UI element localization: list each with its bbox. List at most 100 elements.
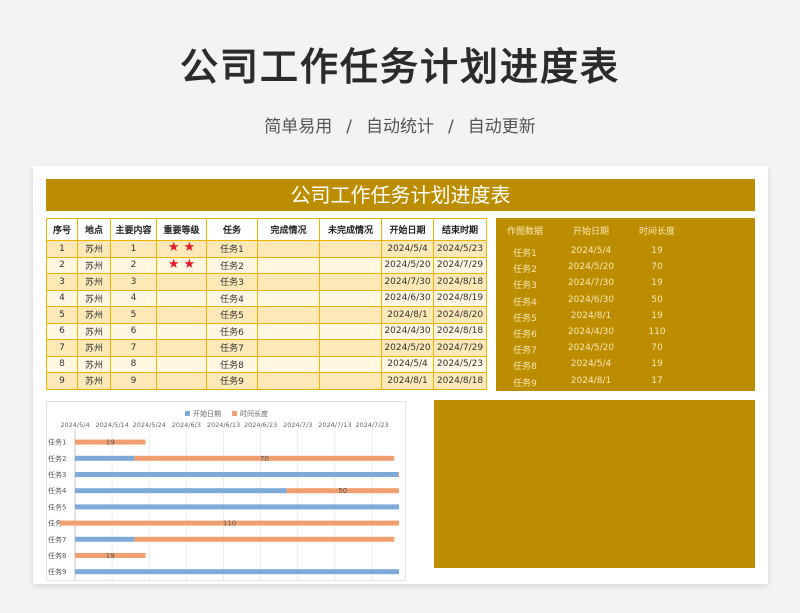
table-cell[interactable]: 苏州 xyxy=(77,289,111,307)
col-header[interactable]: 地点 xyxy=(77,218,111,241)
table-cell[interactable]: 8 xyxy=(46,355,78,373)
table-cell[interactable]: 任务6 xyxy=(206,322,258,340)
table-cell[interactable]: 2024/7/30 xyxy=(381,273,434,291)
table-cell[interactable]: 2 xyxy=(46,256,78,274)
table-cell[interactable] xyxy=(257,339,320,357)
tag-3: 自动更新 xyxy=(467,117,536,137)
legend-label-start: 开始日期 xyxy=(193,409,221,418)
importance-cell[interactable] xyxy=(156,273,207,291)
importance-cell[interactable] xyxy=(156,322,207,340)
table-cell[interactable] xyxy=(319,289,382,307)
table-cell[interactable] xyxy=(319,306,382,324)
table-cell[interactable] xyxy=(257,355,320,373)
table-cell[interactable]: 2024/7/29 xyxy=(433,256,487,274)
col-header[interactable]: 开始日期 xyxy=(381,218,434,241)
table-cell[interactable]: 9 xyxy=(46,372,78,390)
chart-data-cell: 2024/6/30 xyxy=(567,294,615,305)
table-cell[interactable]: 5 xyxy=(110,306,157,324)
table-cell[interactable]: 2024/5/4 xyxy=(381,240,434,258)
table-cell[interactable]: 2024/7/29 xyxy=(433,339,487,357)
importance-cell[interactable] xyxy=(156,355,207,373)
table-cell[interactable] xyxy=(319,339,382,357)
table-cell[interactable]: 2024/8/18 xyxy=(433,273,487,291)
table-cell[interactable] xyxy=(319,355,382,373)
table-cell[interactable]: 2 xyxy=(110,256,157,274)
table-row: 2 苏州 2 ★ ★ 任务2 2024/5/20 2024/7/29 xyxy=(46,256,487,274)
table-cell[interactable] xyxy=(257,289,320,307)
col-header[interactable]: 未完成情况 xyxy=(319,218,382,241)
table-cell[interactable]: 2024/8/20 xyxy=(433,306,487,324)
table-cell[interactable] xyxy=(319,256,382,274)
data-label: 50 xyxy=(338,487,347,495)
table-cell[interactable]: 任务4 xyxy=(206,289,258,307)
table-cell[interactable]: 苏州 xyxy=(77,355,111,373)
importance-cell[interactable] xyxy=(156,289,207,307)
table-cell[interactable]: 2024/8/19 xyxy=(433,289,487,307)
chart-data-cell: 任务4 xyxy=(513,297,537,308)
table-cell[interactable]: 1 xyxy=(46,240,78,258)
table-cell[interactable]: 2024/6/30 xyxy=(381,289,434,307)
table-cell[interactable]: 3 xyxy=(110,273,157,291)
table-cell[interactable] xyxy=(319,372,382,390)
table-cell[interactable]: 苏州 xyxy=(77,372,111,390)
col-header[interactable]: 重要等级 xyxy=(156,218,207,241)
importance-cell[interactable] xyxy=(156,372,207,390)
table-cell[interactable]: 2024/5/20 xyxy=(381,339,434,357)
table-cell[interactable]: 2024/8/1 xyxy=(381,306,434,324)
table-cell[interactable] xyxy=(257,256,320,274)
data-label: 70 xyxy=(260,455,269,463)
table-cell[interactable]: 任务8 xyxy=(206,355,258,373)
importance-cell[interactable] xyxy=(156,306,207,324)
gantt-chart[interactable]: 开始日期 时间长度 2024/5/4 2024/5/14 2024/5/24 2024/6… xyxy=(46,401,406,581)
table-cell[interactable]: 4 xyxy=(46,289,78,307)
table-cell[interactable]: 7 xyxy=(46,339,78,357)
col-header[interactable]: 主要内容 xyxy=(110,218,157,241)
table-cell[interactable]: 2024/5/23 xyxy=(433,355,487,373)
table-cell[interactable]: 任务1 xyxy=(206,240,258,258)
table-cell[interactable]: 8 xyxy=(110,355,157,373)
table-cell[interactable] xyxy=(257,306,320,324)
table-cell[interactable] xyxy=(319,240,382,258)
table-cell[interactable]: 2024/4/30 xyxy=(381,322,434,340)
col-header[interactable]: 任务 xyxy=(206,218,258,241)
table-cell[interactable] xyxy=(257,240,320,258)
table-cell[interactable]: 5 xyxy=(46,306,78,324)
table-cell[interactable]: 4 xyxy=(110,289,157,307)
table-cell[interactable]: 苏州 xyxy=(77,306,111,324)
table-cell[interactable]: 3 xyxy=(46,273,78,291)
table-cell[interactable]: 苏州 xyxy=(77,256,111,274)
table-cell[interactable]: 6 xyxy=(46,322,78,340)
x-tick-label: 2024/5/24 xyxy=(133,421,166,429)
table-cell[interactable]: 2024/5/4 xyxy=(381,355,434,373)
col-header[interactable]: 结束时期 xyxy=(433,218,487,241)
table-cell[interactable]: 7 xyxy=(110,339,157,357)
table-cell[interactable]: 9 xyxy=(110,372,157,390)
table-cell[interactable]: 2024/8/1 xyxy=(381,372,434,390)
table-cell[interactable]: 1 xyxy=(110,240,157,258)
table-cell[interactable] xyxy=(257,322,320,340)
table-cell[interactable]: 苏州 xyxy=(77,240,111,258)
table-cell[interactable]: 任务7 xyxy=(206,339,258,357)
table-cell[interactable]: 苏州 xyxy=(77,322,111,340)
bar-start-date xyxy=(75,472,398,477)
table-cell[interactable]: 6 xyxy=(110,322,157,340)
table-cell[interactable]: 苏州 xyxy=(77,339,111,357)
table-cell[interactable] xyxy=(257,273,320,291)
table-cell[interactable]: 任务5 xyxy=(206,306,258,324)
table-cell[interactable]: 2024/8/18 xyxy=(433,372,487,390)
table-cell[interactable]: 任务9 xyxy=(206,372,258,390)
col-header[interactable]: 完成情况 xyxy=(257,218,320,241)
table-cell[interactable]: 苏州 xyxy=(77,273,111,291)
table-cell[interactable]: 任务3 xyxy=(206,273,258,291)
table-cell[interactable]: 2024/5/23 xyxy=(433,240,487,258)
table-cell[interactable] xyxy=(319,273,382,291)
importance-cell[interactable]: ★ ★ xyxy=(156,240,207,258)
importance-cell[interactable] xyxy=(156,339,207,357)
importance-cell[interactable]: ★ ★ xyxy=(156,256,207,274)
table-cell[interactable]: 2024/5/20 xyxy=(381,256,434,274)
table-cell[interactable]: 任务2 xyxy=(206,256,258,274)
table-cell[interactable] xyxy=(319,322,382,340)
table-cell[interactable] xyxy=(257,372,320,390)
table-cell[interactable]: 2024/8/18 xyxy=(433,322,487,340)
col-header[interactable]: 序号 xyxy=(46,218,78,241)
